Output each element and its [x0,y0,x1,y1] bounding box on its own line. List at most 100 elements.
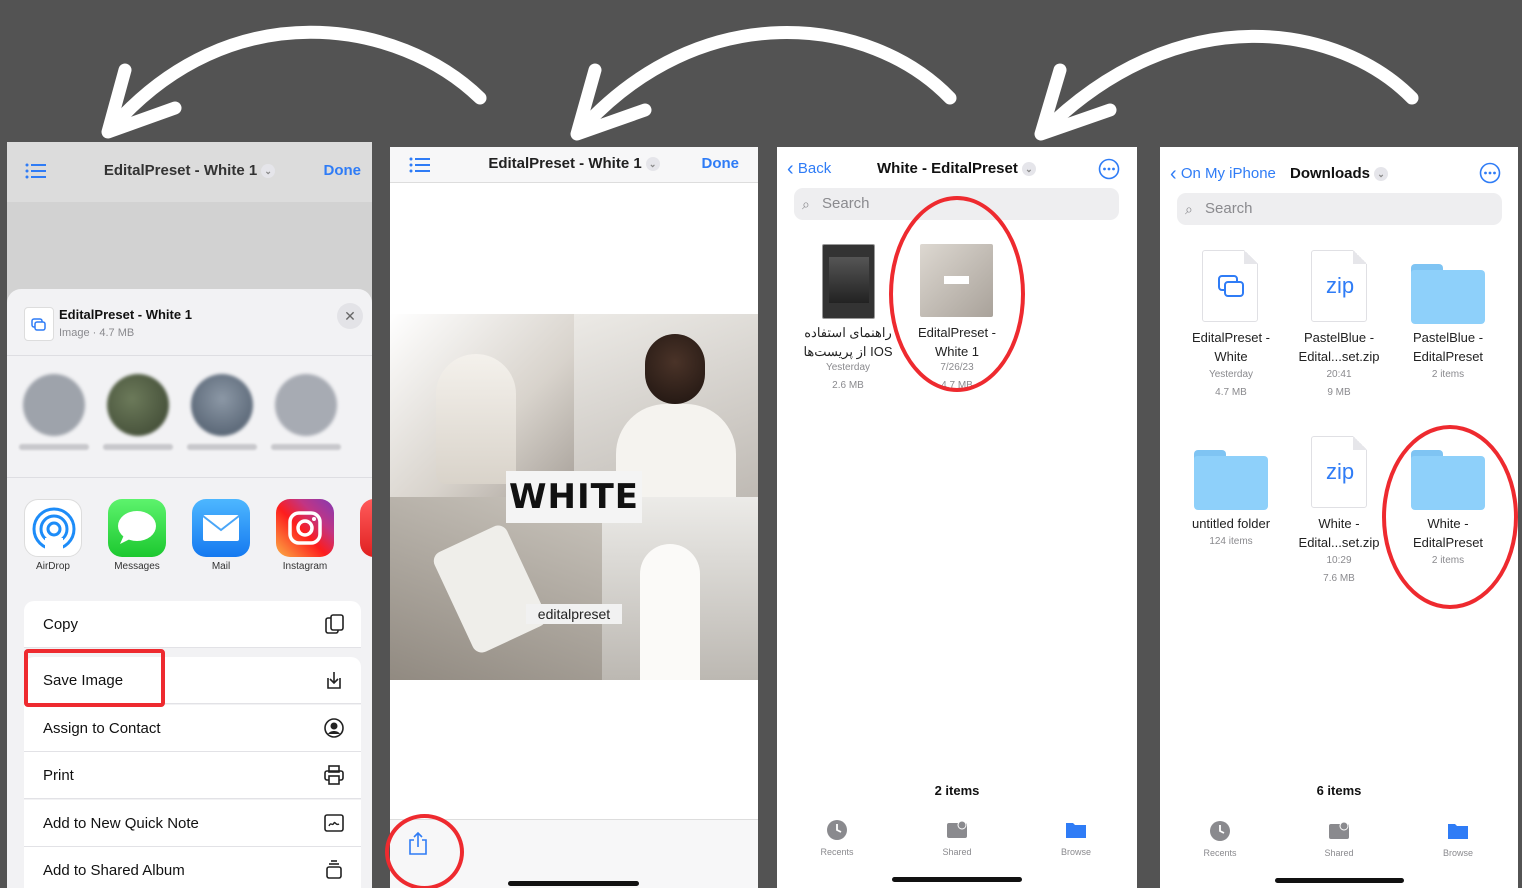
downloads-title[interactable]: Downloads ⌄ [1290,165,1389,182]
mail-icon[interactable] [192,499,250,557]
image-preview-screen: EditalPreset - White 1 ⌄ Done WHITE edita… [390,147,758,888]
step-arrows [101,25,1419,141]
zip-label: zip [1325,459,1355,484]
highlight-preset-file [889,196,1025,392]
more-options-icon[interactable] [1098,158,1120,180]
done-button[interactable]: Done [324,162,362,179]
folder-name[interactable]: untitled folder [1176,514,1286,533]
back-button[interactable]: ‹ Back [787,158,831,181]
action-add-shared-album[interactable]: Add to Shared Album [24,847,361,888]
nav-bar: EditalPreset - White 1 ⌄ Done [390,147,758,183]
tab-browse[interactable]: Browse [1418,820,1498,858]
contact-name-blurred [271,444,341,450]
folder-meta: 2 items [1431,369,1465,380]
image-word-box: WHITE [506,471,642,523]
folder-name[interactable]: PastelBlue - EditalPreset [1393,328,1503,366]
app-label-messages: Messages [114,561,160,572]
tab-shared[interactable]: Shared [917,819,997,857]
copy-icon [323,613,345,635]
share-file-title: EditalPreset - White 1 [59,307,192,322]
action-assign-to-contact[interactable]: Assign to Contact [24,705,361,752]
search-icon: ⌕ [1185,201,1193,217]
back-button[interactable]: ‹ On My iPhone [1170,163,1276,186]
action-print[interactable]: Print [24,752,361,799]
image-handle: editalpreset [526,604,622,624]
tab-recents[interactable]: Recents [1180,820,1260,858]
file-meta: 20:41 9 MB [1326,369,1352,398]
quick-note-icon [323,812,345,834]
photo-figure [645,334,705,404]
tab-browse[interactable]: Browse [1036,819,1116,857]
folder-title[interactable]: White - EditalPreset ⌄ [877,160,1036,177]
contact-name-blurred [103,444,173,450]
tab-bar: Recents Shared Browse [1160,820,1518,880]
file-meta: Yesterday 4.7 MB [1208,369,1254,398]
file-name[interactable]: راهنمای استفاده از پریست‌ها IOS [793,323,903,361]
more-options-icon[interactable] [1479,162,1501,184]
instagram-icon[interactable] [276,499,334,557]
clock-icon [827,820,847,840]
folder-icon [1448,824,1468,839]
printer-icon [323,764,345,786]
chevron-down-icon: ⌄ [645,157,660,172]
contact-avatar[interactable] [107,374,169,436]
app-label-instagram: Instagram [282,561,328,572]
shared-folder-icon [1329,821,1349,839]
action-add-quick-note[interactable]: Add to New Quick Note [24,800,361,847]
share-file-meta: Image · 4.7 MB [59,327,135,339]
contact-name-blurred [187,444,257,450]
highlight-target-folder [1382,425,1518,609]
file-meta: 10:29 7.6 MB [1323,555,1355,584]
contact-icon [323,717,345,739]
close-icon[interactable]: ✕ [337,303,363,329]
file-name[interactable]: EditalPreset - White [1176,328,1286,366]
home-indicator [1275,878,1404,883]
file-meta: Yesterday 2.6 MB [825,362,871,391]
more-app-icon[interactable] [360,499,372,557]
chevron-down-icon: ⌄ [1374,167,1389,182]
image-file-icon[interactable] [1202,250,1258,322]
photo-figure [640,544,700,680]
done-button[interactable]: Done [702,155,740,172]
airdrop-icon[interactable] [24,499,82,557]
share-sheet: EditalPreset - White 1 Image · 4.7 MB ✕ … [7,289,372,888]
item-count: 6 items [1316,783,1362,798]
highlight-save-image [24,649,165,707]
file-thumbnail-icon [24,307,54,341]
tab-recents[interactable]: Recents [797,819,877,857]
file-name[interactable]: White - Edital...set.zip [1284,514,1394,552]
nav-title[interactable]: EditalPreset - White 1 ⌄ [7,162,372,179]
tab-bar: Recents Shared Browse [777,819,1137,879]
divider [7,355,372,356]
chevron-left-icon: ‹ [1170,163,1177,185]
folder-icon [1066,823,1086,838]
contact-avatar[interactable] [23,374,85,436]
divider [7,477,372,478]
folder-meta: 124 items [1209,536,1253,547]
photo-figure [436,354,516,484]
save-image-icon [323,669,345,691]
image-word: WHITE [508,477,640,517]
folder-icon[interactable] [1411,264,1485,324]
shared-album-icon [323,859,345,881]
zip-file-icon[interactable]: zip [1311,436,1367,508]
search-input[interactable]: ⌕ Search [1177,193,1502,225]
app-label-mail: Mail [211,561,231,572]
tab-shared[interactable]: Shared [1299,820,1379,858]
home-indicator [892,877,1022,882]
folder-icon[interactable] [1194,450,1268,510]
shared-folder-icon [947,820,967,838]
app-label-airdrop: AirDrop [36,561,70,572]
chevron-down-icon: ⌄ [261,164,276,179]
contact-avatar[interactable] [191,374,253,436]
file-thumbnail[interactable] [822,244,875,319]
zip-file-icon[interactable]: zip [1311,250,1367,322]
item-count: 2 items [934,783,980,798]
nav-bar: EditalPreset - White 1 ⌄ Done [7,142,372,202]
messages-icon[interactable] [108,499,166,557]
file-name[interactable]: PastelBlue - Edital...set.zip [1284,328,1394,366]
action-copy[interactable]: Copy [24,601,361,648]
preset-preview-image: WHITE editalpreset [390,314,758,680]
zip-label: zip [1325,273,1355,298]
contact-avatar[interactable] [275,374,337,436]
